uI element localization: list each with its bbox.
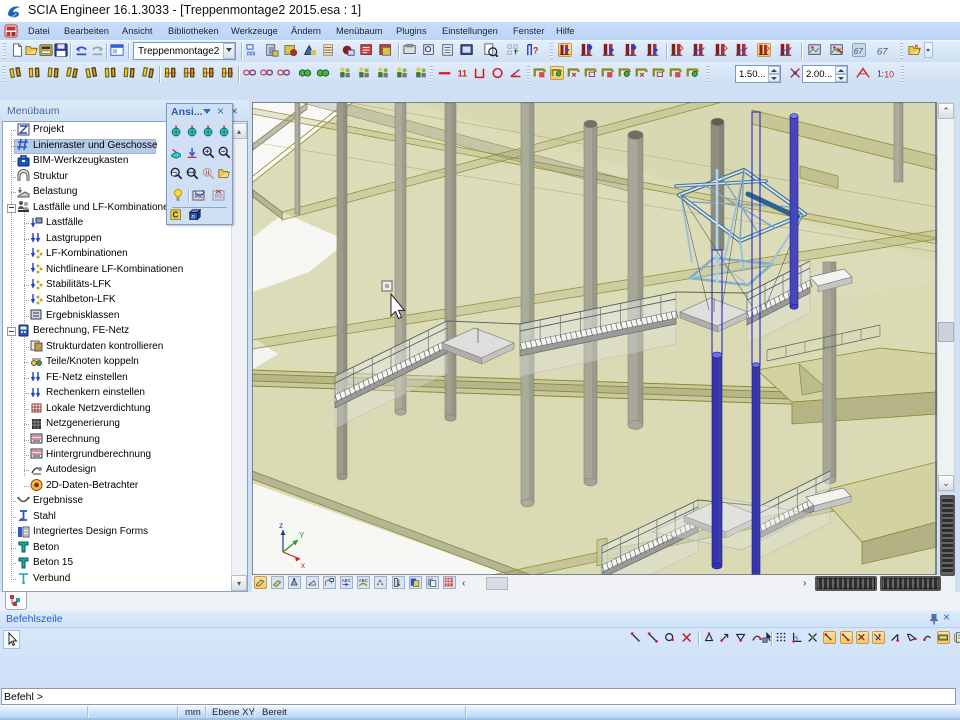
svg-text:1:: 1: <box>877 70 884 79</box>
svg-text:Y: Y <box>299 531 305 540</box>
svg-text:67: 67 <box>877 46 888 57</box>
svg-text:67: 67 <box>854 47 864 56</box>
svg-text:mm: mm <box>247 50 255 57</box>
svg-text:10: 10 <box>884 69 894 79</box>
svg-text:ABC: ABC <box>342 578 351 583</box>
svg-text:?: ? <box>533 46 538 56</box>
svg-text:C: C <box>173 211 179 220</box>
svg-text:11: 11 <box>458 69 467 79</box>
svg-text:x: x <box>301 561 305 570</box>
svg-text:PIC: PIC <box>215 194 224 200</box>
svg-text:z: z <box>279 521 283 530</box>
svg-text:ABC: ABC <box>359 578 368 583</box>
